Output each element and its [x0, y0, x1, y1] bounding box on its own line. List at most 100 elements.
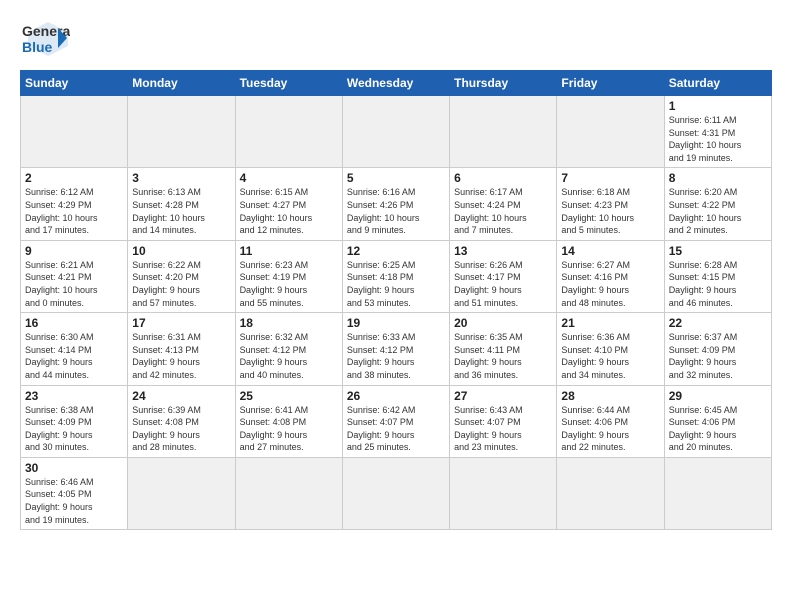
day-number: 11	[240, 244, 338, 258]
day-number: 12	[347, 244, 445, 258]
day-info: Sunrise: 6:12 AM Sunset: 4:29 PM Dayligh…	[25, 186, 123, 236]
calendar-table: SundayMondayTuesdayWednesdayThursdayFrid…	[20, 70, 772, 530]
calendar-cell	[128, 457, 235, 529]
day-number: 22	[669, 316, 767, 330]
calendar-cell: 8Sunrise: 6:20 AM Sunset: 4:22 PM Daylig…	[664, 168, 771, 240]
day-info: Sunrise: 6:13 AM Sunset: 4:28 PM Dayligh…	[132, 186, 230, 236]
day-info: Sunrise: 6:20 AM Sunset: 4:22 PM Dayligh…	[669, 186, 767, 236]
calendar-header-sunday: Sunday	[21, 71, 128, 96]
day-number: 6	[454, 171, 552, 185]
day-number: 24	[132, 389, 230, 403]
day-number: 5	[347, 171, 445, 185]
calendar-cell: 2Sunrise: 6:12 AM Sunset: 4:29 PM Daylig…	[21, 168, 128, 240]
day-number: 8	[669, 171, 767, 185]
day-number: 13	[454, 244, 552, 258]
day-number: 21	[561, 316, 659, 330]
day-number: 30	[25, 461, 123, 475]
day-info: Sunrise: 6:16 AM Sunset: 4:26 PM Dayligh…	[347, 186, 445, 236]
day-info: Sunrise: 6:39 AM Sunset: 4:08 PM Dayligh…	[132, 404, 230, 454]
calendar-header-friday: Friday	[557, 71, 664, 96]
day-number: 26	[347, 389, 445, 403]
calendar-cell: 29Sunrise: 6:45 AM Sunset: 4:06 PM Dayli…	[664, 385, 771, 457]
calendar-header-row: SundayMondayTuesdayWednesdayThursdayFrid…	[21, 71, 772, 96]
day-info: Sunrise: 6:23 AM Sunset: 4:19 PM Dayligh…	[240, 259, 338, 309]
calendar-cell: 15Sunrise: 6:28 AM Sunset: 4:15 PM Dayli…	[664, 240, 771, 312]
day-info: Sunrise: 6:44 AM Sunset: 4:06 PM Dayligh…	[561, 404, 659, 454]
calendar-cell	[664, 457, 771, 529]
day-number: 10	[132, 244, 230, 258]
calendar-cell: 25Sunrise: 6:41 AM Sunset: 4:08 PM Dayli…	[235, 385, 342, 457]
calendar-cell: 23Sunrise: 6:38 AM Sunset: 4:09 PM Dayli…	[21, 385, 128, 457]
day-info: Sunrise: 6:18 AM Sunset: 4:23 PM Dayligh…	[561, 186, 659, 236]
calendar-header-thursday: Thursday	[450, 71, 557, 96]
day-info: Sunrise: 6:17 AM Sunset: 4:24 PM Dayligh…	[454, 186, 552, 236]
calendar-cell: 9Sunrise: 6:21 AM Sunset: 4:21 PM Daylig…	[21, 240, 128, 312]
calendar-cell: 19Sunrise: 6:33 AM Sunset: 4:12 PM Dayli…	[342, 313, 449, 385]
calendar-cell	[235, 457, 342, 529]
day-number: 28	[561, 389, 659, 403]
calendar-cell: 13Sunrise: 6:26 AM Sunset: 4:17 PM Dayli…	[450, 240, 557, 312]
calendar-week-3: 16Sunrise: 6:30 AM Sunset: 4:14 PM Dayli…	[21, 313, 772, 385]
calendar-cell: 5Sunrise: 6:16 AM Sunset: 4:26 PM Daylig…	[342, 168, 449, 240]
day-number: 25	[240, 389, 338, 403]
day-number: 4	[240, 171, 338, 185]
day-info: Sunrise: 6:37 AM Sunset: 4:09 PM Dayligh…	[669, 331, 767, 381]
calendar-cell: 18Sunrise: 6:32 AM Sunset: 4:12 PM Dayli…	[235, 313, 342, 385]
day-number: 15	[669, 244, 767, 258]
calendar-cell: 3Sunrise: 6:13 AM Sunset: 4:28 PM Daylig…	[128, 168, 235, 240]
day-number: 7	[561, 171, 659, 185]
calendar-cell: 28Sunrise: 6:44 AM Sunset: 4:06 PM Dayli…	[557, 385, 664, 457]
calendar-cell	[342, 457, 449, 529]
calendar-week-0: 1Sunrise: 6:11 AM Sunset: 4:31 PM Daylig…	[21, 96, 772, 168]
day-info: Sunrise: 6:21 AM Sunset: 4:21 PM Dayligh…	[25, 259, 123, 309]
day-info: Sunrise: 6:25 AM Sunset: 4:18 PM Dayligh…	[347, 259, 445, 309]
calendar-cell: 27Sunrise: 6:43 AM Sunset: 4:07 PM Dayli…	[450, 385, 557, 457]
calendar-header-wednesday: Wednesday	[342, 71, 449, 96]
day-number: 20	[454, 316, 552, 330]
day-info: Sunrise: 6:26 AM Sunset: 4:17 PM Dayligh…	[454, 259, 552, 309]
calendar-cell	[342, 96, 449, 168]
calendar-week-4: 23Sunrise: 6:38 AM Sunset: 4:09 PM Dayli…	[21, 385, 772, 457]
day-number: 1	[669, 99, 767, 113]
calendar-page: GeneralBlue SundayMondayTuesdayWednesday…	[0, 0, 792, 612]
day-number: 18	[240, 316, 338, 330]
calendar-cell: 21Sunrise: 6:36 AM Sunset: 4:10 PM Dayli…	[557, 313, 664, 385]
calendar-cell: 14Sunrise: 6:27 AM Sunset: 4:16 PM Dayli…	[557, 240, 664, 312]
day-info: Sunrise: 6:38 AM Sunset: 4:09 PM Dayligh…	[25, 404, 123, 454]
day-info: Sunrise: 6:27 AM Sunset: 4:16 PM Dayligh…	[561, 259, 659, 309]
calendar-cell: 16Sunrise: 6:30 AM Sunset: 4:14 PM Dayli…	[21, 313, 128, 385]
calendar-cell	[128, 96, 235, 168]
day-info: Sunrise: 6:15 AM Sunset: 4:27 PM Dayligh…	[240, 186, 338, 236]
svg-text:Blue: Blue	[22, 39, 53, 55]
day-number: 29	[669, 389, 767, 403]
calendar-cell	[21, 96, 128, 168]
calendar-cell: 22Sunrise: 6:37 AM Sunset: 4:09 PM Dayli…	[664, 313, 771, 385]
calendar-header-saturday: Saturday	[664, 71, 771, 96]
day-info: Sunrise: 6:30 AM Sunset: 4:14 PM Dayligh…	[25, 331, 123, 381]
calendar-cell: 12Sunrise: 6:25 AM Sunset: 4:18 PM Dayli…	[342, 240, 449, 312]
day-info: Sunrise: 6:11 AM Sunset: 4:31 PM Dayligh…	[669, 114, 767, 164]
day-number: 27	[454, 389, 552, 403]
day-info: Sunrise: 6:35 AM Sunset: 4:11 PM Dayligh…	[454, 331, 552, 381]
calendar-cell: 11Sunrise: 6:23 AM Sunset: 4:19 PM Dayli…	[235, 240, 342, 312]
calendar-header-monday: Monday	[128, 71, 235, 96]
day-number: 14	[561, 244, 659, 258]
day-info: Sunrise: 6:36 AM Sunset: 4:10 PM Dayligh…	[561, 331, 659, 381]
day-info: Sunrise: 6:22 AM Sunset: 4:20 PM Dayligh…	[132, 259, 230, 309]
calendar-cell: 17Sunrise: 6:31 AM Sunset: 4:13 PM Dayli…	[128, 313, 235, 385]
calendar-cell: 24Sunrise: 6:39 AM Sunset: 4:08 PM Dayli…	[128, 385, 235, 457]
day-info: Sunrise: 6:33 AM Sunset: 4:12 PM Dayligh…	[347, 331, 445, 381]
calendar-cell	[450, 457, 557, 529]
day-info: Sunrise: 6:42 AM Sunset: 4:07 PM Dayligh…	[347, 404, 445, 454]
day-number: 23	[25, 389, 123, 403]
calendar-cell	[557, 96, 664, 168]
day-info: Sunrise: 6:31 AM Sunset: 4:13 PM Dayligh…	[132, 331, 230, 381]
day-info: Sunrise: 6:32 AM Sunset: 4:12 PM Dayligh…	[240, 331, 338, 381]
header: GeneralBlue	[20, 18, 772, 60]
logo: GeneralBlue	[20, 18, 70, 60]
day-number: 16	[25, 316, 123, 330]
calendar-week-2: 9Sunrise: 6:21 AM Sunset: 4:21 PM Daylig…	[21, 240, 772, 312]
calendar-cell: 1Sunrise: 6:11 AM Sunset: 4:31 PM Daylig…	[664, 96, 771, 168]
calendar-week-5: 30Sunrise: 6:46 AM Sunset: 4:05 PM Dayli…	[21, 457, 772, 529]
day-number: 17	[132, 316, 230, 330]
